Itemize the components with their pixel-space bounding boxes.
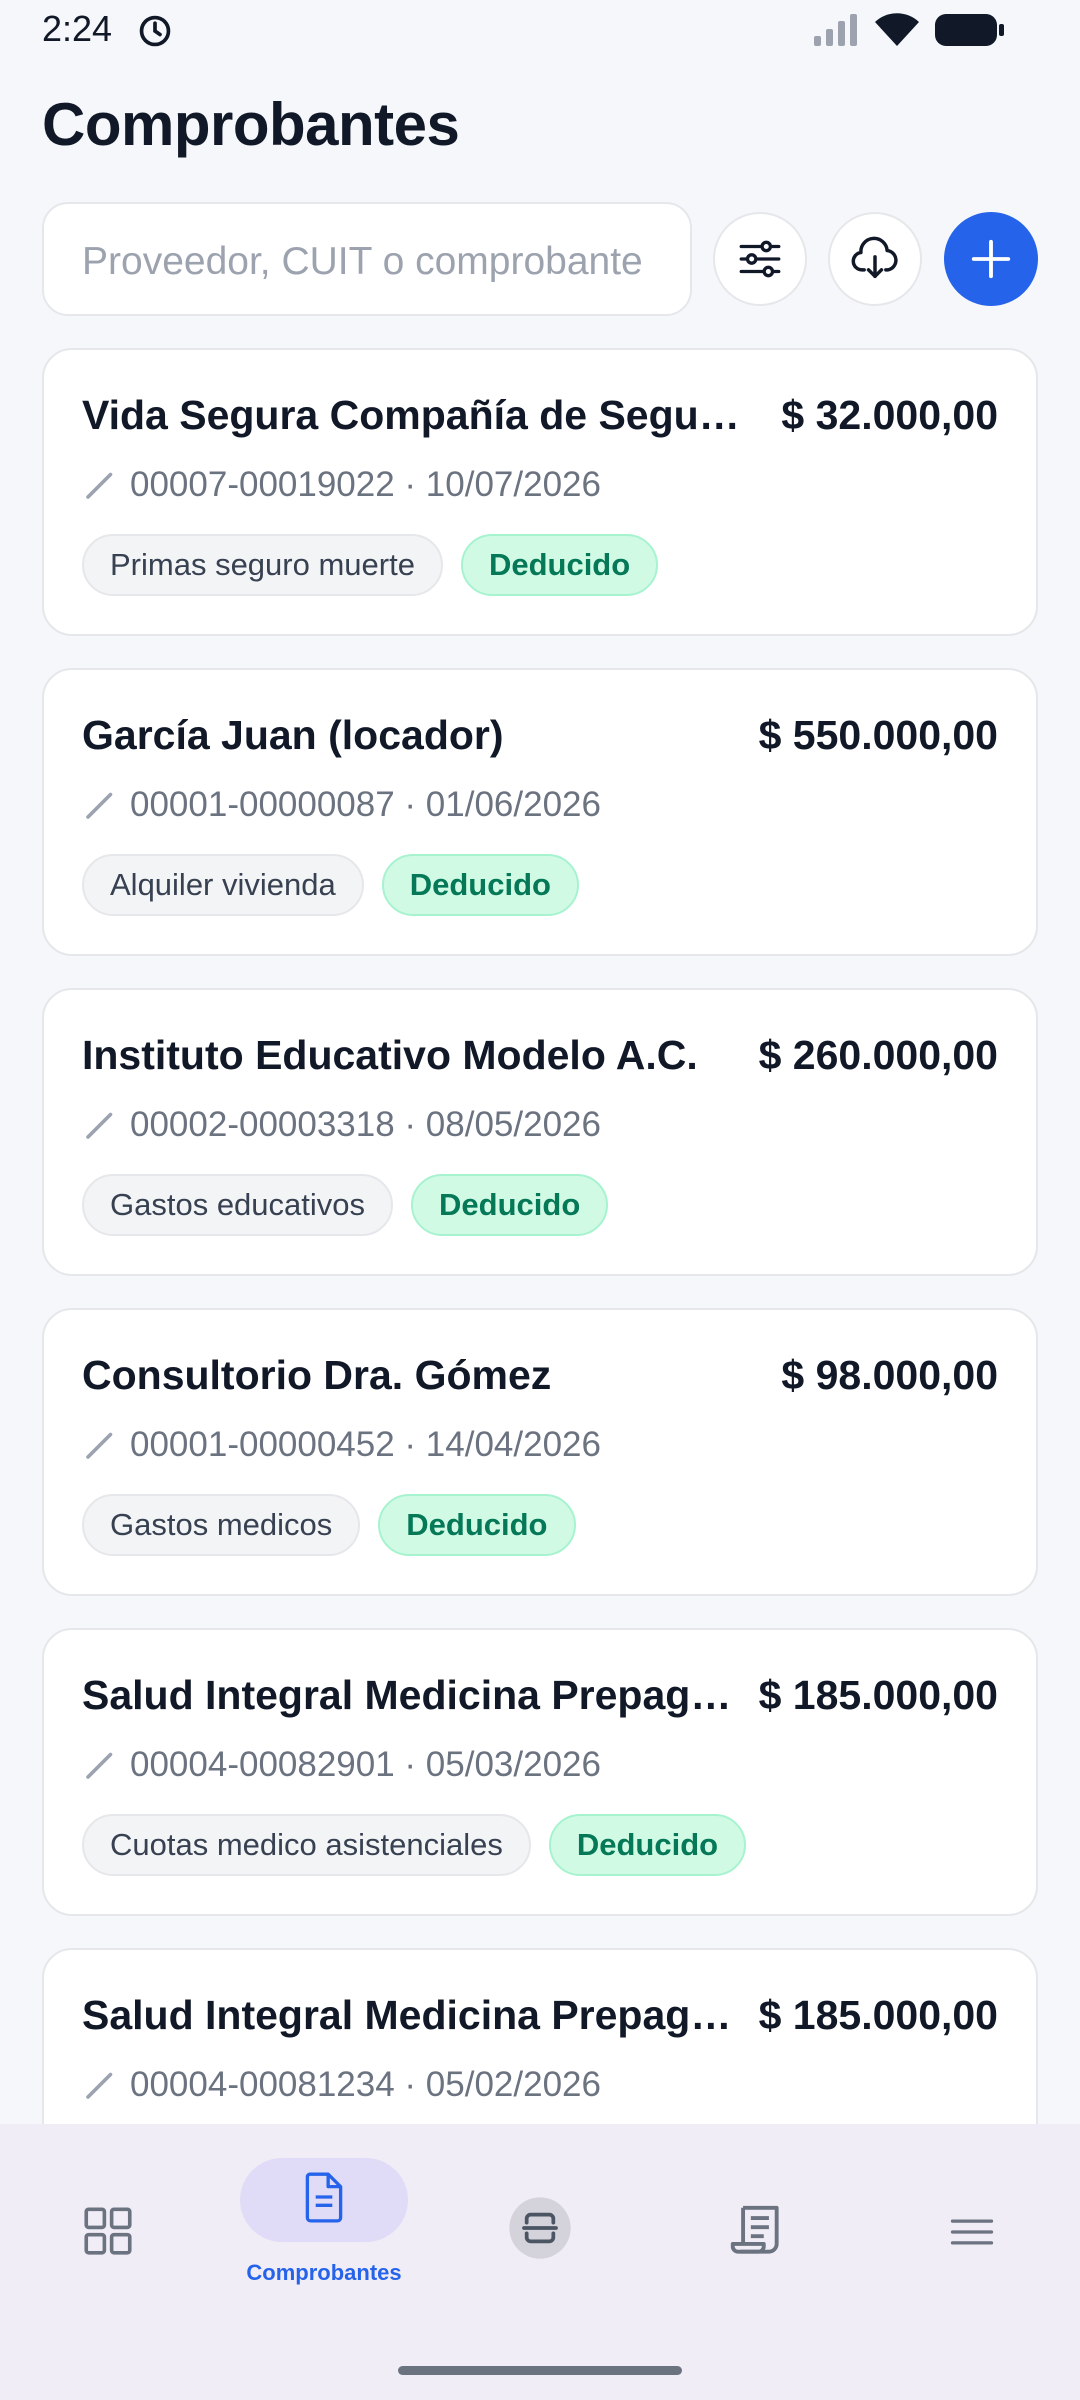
receipt-number-date: 00002-00003318 · 08/05/2026 [130, 1105, 601, 1144]
receipt-chips: Alquiler vivienda Deducido [82, 854, 597, 916]
receipt-amount: $ 550.000,00 [758, 712, 998, 758]
receipt-number-date: 00001-00000087 · 01/06/2026 [130, 785, 601, 824]
receipt-meta: 00002-00003318 · 08/05/2026 [82, 1102, 601, 1148]
category-chip: Gastos medicos [82, 1494, 361, 1556]
receipt-chips: Gastos educativos Deducido [82, 1174, 626, 1236]
signal-icon [814, 14, 857, 46]
receipt-number-date: 00004-00081234 · 05/02/2026 [130, 2065, 601, 2104]
document-icon [305, 2172, 343, 2223]
menu-icon [950, 2219, 994, 2245]
receipt-amount: $ 98.000,00 [781, 1352, 998, 1398]
receipt-number-date: 00004-00082901 · 05/03/2026 [130, 1745, 601, 1784]
plus-icon [971, 239, 1011, 279]
receipt-icon [730, 2205, 779, 2254]
pencil-icon [86, 1432, 113, 1459]
dashboard-grid-icon [84, 2207, 132, 2255]
receipt-provider: Vida Segura Compañía de Seguros S.A. [82, 392, 742, 438]
pencil-icon [86, 1752, 113, 1779]
cloud-download-icon [851, 236, 898, 279]
pencil-icon [86, 1112, 113, 1139]
receipt-meta: 00007-00019022 · 10/07/2026 [82, 462, 601, 508]
receipt-amount: $ 260.000,00 [758, 1032, 998, 1078]
receipt-card[interactable]: Vida Segura Compañía de Seguros S.A. $ 3… [42, 348, 1038, 636]
search-placeholder: Proveedor, CUIT o comprobante [82, 240, 643, 283]
add-receipt-button[interactable] [944, 212, 1038, 306]
receipt-provider: Salud Integral Medicina Prepaga S.A. [82, 1672, 742, 1718]
category-chip: Alquiler vivienda [82, 854, 364, 916]
pencil-icon [86, 2072, 113, 2099]
nav-item-receipts[interactable] [648, 2124, 864, 2304]
receipt-meta: 00004-00082901 · 05/03/2026 [82, 1742, 601, 1788]
receipt-provider: Instituto Educativo Modelo A.C. [82, 1032, 698, 1078]
receipt-number-date: 00007-00019022 · 10/07/2026 [130, 465, 601, 504]
pencil-icon [86, 792, 113, 819]
filter-button[interactable] [713, 212, 807, 306]
receipt-chips: Primas seguro muerte Deducido [82, 534, 676, 596]
status-badge: Deducido [411, 1174, 609, 1236]
receipt-amount: $ 185.000,00 [758, 1672, 998, 1718]
receipt-meta: 00001-00000452 · 14/04/2026 [82, 1422, 601, 1468]
status-badge: Deducido [378, 1494, 576, 1556]
clock-icon [139, 15, 171, 47]
receipt-provider: García Juan (locador) [82, 712, 504, 758]
search-input[interactable]: Proveedor, CUIT o comprobante [42, 202, 692, 316]
receipt-amount: $ 185.000,00 [758, 1992, 998, 2038]
receipt-chips: Gastos medicos Deducido [82, 1494, 594, 1556]
battery-icon [935, 14, 1004, 46]
receipt-chips: Cuotas medico asistenciales Deducido [82, 1814, 764, 1876]
category-chip: Cuotas medico asistenciales [82, 1814, 531, 1876]
sliders-icon [739, 240, 781, 278]
page-title: Comprobantes [42, 91, 460, 158]
status-time: 2:24 [42, 8, 113, 49]
receipt-meta: 00001-00000087 · 01/06/2026 [82, 782, 601, 828]
receipt-provider: Salud Integral Medicina Prepaga S.A. [82, 1992, 742, 2038]
nav-item-menu[interactable] [864, 2124, 1080, 2304]
home-indicator[interactable] [398, 2366, 682, 2375]
receipt-number-date: 00001-00000452 · 14/04/2026 [130, 1425, 601, 1464]
scan-icon [509, 2197, 571, 2259]
bottom-nav: Comprobantes [0, 2124, 1080, 2400]
category-chip: Gastos educativos [82, 1174, 394, 1236]
status-badge: Deducido [381, 854, 579, 916]
category-chip: Primas seguro muerte [82, 534, 443, 596]
wifi-icon [875, 13, 919, 46]
receipt-card[interactable]: Instituto Educativo Modelo A.C. $ 260.00… [42, 988, 1038, 1276]
receipt-card[interactable]: García Juan (locador) $ 550.000,00 00001… [42, 668, 1038, 956]
status-bar: 2:24 [0, 0, 1080, 60]
receipt-meta: 00004-00081234 · 05/02/2026 [82, 2062, 601, 2108]
status-badge: Deducido [460, 534, 659, 596]
pencil-icon [86, 472, 113, 499]
screen: 2:24 Comprobantes Proveedor, CUIT o comp… [0, 0, 1080, 2400]
nav-label-comprobantes: Comprobantes [246, 2260, 402, 2285]
receipt-provider: Consultorio Dra. Gómez [82, 1352, 552, 1398]
status-badge: Deducido [548, 1814, 747, 1876]
receipt-card[interactable]: Consultorio Dra. Gómez $ 98.000,00 00001… [42, 1308, 1038, 1596]
receipt-amount: $ 32.000,00 [781, 392, 998, 438]
download-button[interactable] [828, 212, 922, 306]
receipt-card[interactable]: Salud Integral Medicina Prepaga S.A. $ 1… [42, 1628, 1038, 1916]
